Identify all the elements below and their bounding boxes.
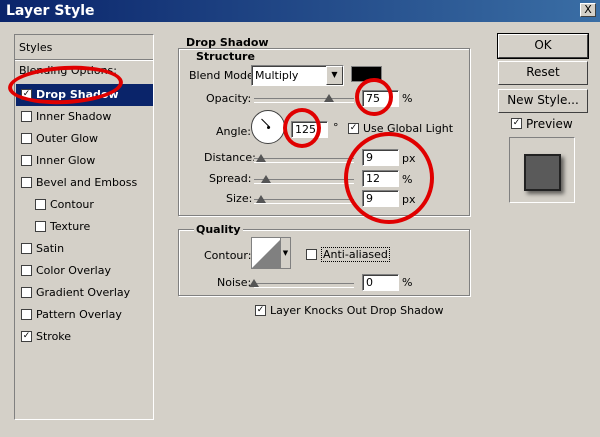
blend-mode-label: Blend Mode:	[189, 69, 258, 82]
reset-button[interactable]: Reset	[498, 61, 588, 85]
size-slider-thumb[interactable]	[256, 195, 266, 203]
style-item-label: Pattern Overlay	[36, 308, 122, 321]
style-item-label: Inner Shadow	[36, 110, 112, 123]
noise-unit: %	[402, 276, 413, 289]
spread-unit: %	[402, 173, 413, 186]
angle-label: Angle:	[216, 125, 252, 138]
style-item-checkbox[interactable]	[21, 110, 32, 122]
style-item-checkbox[interactable]	[21, 132, 32, 144]
shadow-color-swatch[interactable]	[351, 66, 382, 82]
contour-preview-icon	[252, 238, 282, 268]
style-item-checkbox[interactable]	[21, 154, 32, 166]
new-style-button[interactable]: New Style...	[498, 89, 588, 113]
noise-label: Noise:	[217, 276, 252, 289]
styles-header[interactable]: Styles	[16, 37, 156, 59]
anti-aliased-label: Anti-aliased	[321, 247, 390, 262]
chevron-down-icon[interactable]: ▼	[280, 238, 290, 268]
style-item-label: Bevel and Emboss	[36, 176, 138, 189]
window-title: Layer Style	[0, 0, 600, 22]
spread-slider-thumb[interactable]	[261, 175, 271, 183]
style-item-checkbox[interactable]	[21, 264, 32, 276]
opacity-slider-thumb[interactable]	[324, 94, 334, 102]
opacity-slider[interactable]	[254, 98, 354, 103]
angle-dial[interactable]	[251, 110, 285, 144]
style-item-checkbox[interactable]	[35, 220, 46, 232]
preview-swatch	[524, 154, 561, 191]
quality-title: Quality	[194, 223, 243, 236]
style-item-drop-shadow[interactable]: ✓ Drop Shadow	[16, 84, 153, 106]
angle-input[interactable]: 125	[291, 121, 328, 138]
angle-unit: °	[333, 121, 339, 134]
spread-input[interactable]: 12	[362, 170, 399, 187]
style-item-outer-glow[interactable]: Outer Glow	[16, 128, 153, 150]
knockout-option[interactable]: ✓ Layer Knocks Out Drop Shadow	[255, 304, 444, 318]
style-item-checkbox[interactable]: ✓	[21, 88, 32, 100]
style-item-checkbox[interactable]	[21, 308, 32, 320]
preview-option[interactable]: ✓ Preview	[511, 117, 573, 131]
style-item-label: Texture	[50, 220, 91, 233]
opacity-label: Opacity:	[206, 92, 252, 105]
anti-aliased-option[interactable]: Anti-aliased	[306, 247, 390, 262]
blending-options[interactable]: Blending Options: Default	[16, 60, 156, 99]
style-preview	[509, 137, 575, 203]
style-item-contour[interactable]: Contour	[16, 194, 167, 216]
style-item-label: Stroke	[36, 330, 72, 343]
distance-slider[interactable]	[254, 158, 354, 163]
preview-label: Preview	[526, 117, 573, 131]
distance-slider-thumb[interactable]	[256, 154, 266, 162]
size-input[interactable]: 9	[362, 190, 399, 207]
global-light-label: Use Global Light	[363, 122, 454, 135]
chevron-down-icon[interactable]: ▼	[326, 66, 343, 85]
blend-mode-value: Multiply	[255, 69, 299, 82]
opacity-unit: %	[402, 92, 413, 105]
distance-input[interactable]: 9	[362, 149, 399, 166]
structure-title: Structure	[194, 50, 257, 63]
style-item-satin[interactable]: Satin	[16, 238, 153, 260]
global-light-checkbox[interactable]: ✓	[348, 122, 359, 134]
style-item-label: Gradient Overlay	[36, 286, 131, 299]
style-item-label: Contour	[50, 198, 94, 211]
size-slider[interactable]	[254, 199, 354, 204]
knockout-checkbox[interactable]: ✓	[255, 304, 266, 316]
opacity-input[interactable]: 75	[362, 90, 399, 107]
preview-checkbox[interactable]: ✓	[511, 118, 522, 129]
style-item-stroke[interactable]: ✓ Stroke	[16, 326, 153, 348]
distance-unit: px	[402, 152, 416, 165]
style-item-gradient-overlay[interactable]: Gradient Overlay	[16, 282, 153, 304]
style-item-checkbox[interactable]	[21, 176, 32, 188]
noise-slider-thumb[interactable]	[249, 279, 259, 287]
style-item-inner-shadow[interactable]: Inner Shadow	[16, 106, 153, 128]
noise-slider[interactable]	[254, 283, 354, 288]
style-item-bevel-and-emboss[interactable]: Bevel and Emboss	[16, 172, 153, 194]
size-unit: px	[402, 193, 416, 206]
style-item-pattern-overlay[interactable]: Pattern Overlay	[16, 304, 153, 326]
style-item-inner-glow[interactable]: Inner Glow	[16, 150, 153, 172]
style-item-texture[interactable]: Texture	[16, 216, 167, 238]
style-item-label: Inner Glow	[36, 154, 96, 167]
close-button[interactable]: X	[580, 3, 596, 17]
knockout-label: Layer Knocks Out Drop Shadow	[270, 304, 444, 317]
style-item-checkbox[interactable]	[21, 286, 32, 298]
style-item-label: Color Overlay	[36, 264, 111, 277]
global-light-option[interactable]: ✓ Use Global Light	[348, 122, 453, 136]
anti-aliased-checkbox[interactable]	[306, 248, 317, 260]
contour-picker[interactable]: ▼	[251, 237, 291, 269]
size-label: Size:	[226, 192, 253, 205]
contour-label: Contour:	[204, 249, 252, 262]
blend-mode-select[interactable]: Multiply ▼	[251, 65, 344, 86]
style-item-color-overlay[interactable]: Color Overlay	[16, 260, 153, 282]
style-item-checkbox[interactable]	[21, 242, 32, 254]
style-item-checkbox[interactable]	[35, 198, 46, 210]
noise-input[interactable]: 0	[362, 274, 399, 291]
styles-list: Styles Blending Options: Default ✓ Drop S…	[14, 34, 154, 420]
distance-label: Distance:	[204, 151, 256, 164]
spread-label: Spread:	[209, 172, 252, 185]
style-item-label: Drop Shadow	[36, 88, 119, 101]
style-item-label: Outer Glow	[36, 132, 99, 145]
style-item-label: Satin	[36, 242, 65, 255]
ok-button[interactable]: OK	[497, 33, 589, 59]
style-item-checkbox[interactable]: ✓	[21, 330, 32, 342]
